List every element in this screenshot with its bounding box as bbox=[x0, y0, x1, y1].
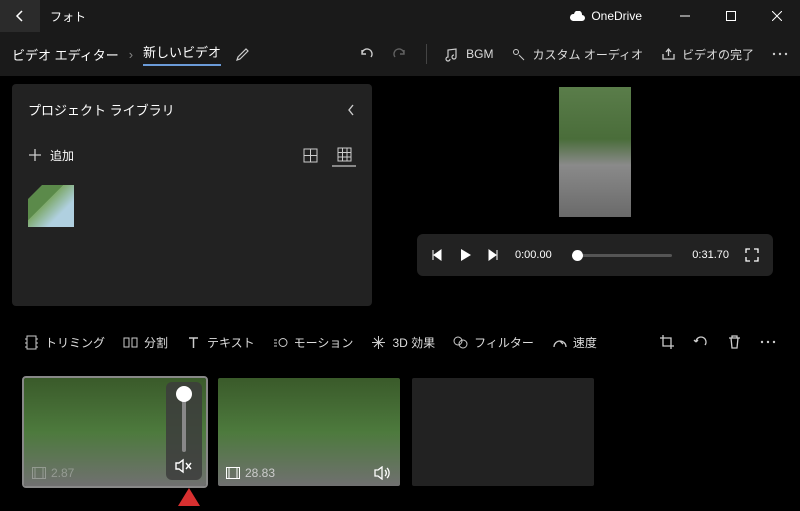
split-icon bbox=[123, 335, 138, 350]
add-media-button[interactable]: 追加 bbox=[28, 147, 74, 164]
annotation-pointer bbox=[178, 488, 200, 506]
player-controls: 0:00.00 0:31.70 bbox=[417, 234, 773, 276]
trash-icon bbox=[727, 334, 742, 350]
audio-icon bbox=[511, 47, 526, 62]
project-library-panel: プロジェクト ライブラリ 追加 bbox=[12, 84, 372, 306]
maximize-button[interactable] bbox=[708, 0, 754, 32]
more-button[interactable] bbox=[772, 52, 788, 56]
finish-video-button[interactable]: ビデオの完了 bbox=[661, 46, 754, 63]
text-icon bbox=[186, 335, 201, 350]
main-toolbar: ビデオ エディター › 新しいビデオ BGM カスタム オーディオ ビデオの完了 bbox=[0, 32, 800, 76]
clip-duration: 28.83 bbox=[245, 466, 275, 480]
speed-icon bbox=[552, 335, 567, 350]
breadcrumb: ビデオ エディター › 新しいビデオ bbox=[12, 42, 221, 66]
back-button[interactable] bbox=[0, 0, 40, 32]
library-title: プロジェクト ライブラリ bbox=[28, 100, 175, 119]
close-button[interactable] bbox=[754, 0, 800, 32]
edit-title-button[interactable] bbox=[235, 46, 251, 62]
rotate-icon bbox=[693, 334, 709, 350]
library-thumbnail[interactable] bbox=[28, 185, 74, 227]
storyboard: 2.87 28.83 bbox=[0, 362, 800, 486]
current-time: 0:00.00 bbox=[515, 249, 552, 261]
fullscreen-button[interactable] bbox=[745, 248, 759, 262]
clip-more-button[interactable] bbox=[760, 340, 776, 344]
sparkle-icon bbox=[371, 335, 386, 350]
title-bar: フォト OneDrive bbox=[0, 0, 800, 32]
onedrive-button[interactable]: OneDrive bbox=[569, 9, 642, 23]
minimize-button[interactable] bbox=[662, 0, 708, 32]
speed-button[interactable]: 速度 bbox=[552, 334, 597, 351]
export-icon bbox=[661, 47, 676, 62]
chevron-right-icon: › bbox=[129, 47, 133, 62]
storyboard-empty-slot[interactable] bbox=[412, 378, 594, 486]
filter-icon bbox=[453, 335, 468, 350]
next-frame-button[interactable] bbox=[487, 249, 499, 261]
custom-audio-button[interactable]: カスタム オーディオ bbox=[511, 46, 643, 63]
clip-icon bbox=[32, 467, 46, 479]
collapse-library-button[interactable] bbox=[346, 103, 356, 117]
undo-button[interactable] bbox=[358, 46, 374, 62]
seek-slider[interactable] bbox=[572, 254, 673, 257]
3d-effect-button[interactable]: 3D 効果 bbox=[371, 334, 435, 351]
clip-duration: 2.87 bbox=[51, 466, 74, 480]
split-button[interactable]: 分割 bbox=[123, 334, 168, 351]
crop-button[interactable] bbox=[659, 334, 675, 350]
delete-button[interactable] bbox=[727, 334, 742, 350]
filter-button[interactable]: フィルター bbox=[453, 334, 534, 351]
plus-icon bbox=[28, 148, 42, 162]
clip-toolbar: トリミング 分割 テキスト モーション 3D 効果 フィルター 速度 bbox=[0, 322, 800, 362]
volume-icon bbox=[374, 466, 392, 480]
bgm-button[interactable]: BGM bbox=[445, 47, 493, 62]
prev-frame-button[interactable] bbox=[431, 249, 443, 261]
cloud-icon bbox=[569, 11, 585, 22]
rotate-button[interactable] bbox=[693, 334, 709, 350]
app-title: フォト bbox=[50, 8, 86, 25]
storyboard-clip[interactable]: 28.83 bbox=[218, 378, 400, 486]
clip-volume-button[interactable] bbox=[374, 466, 392, 480]
view-large-button[interactable] bbox=[298, 143, 322, 167]
play-button[interactable] bbox=[459, 248, 471, 262]
trim-button[interactable]: トリミング bbox=[24, 334, 105, 351]
breadcrumb-root[interactable]: ビデオ エディター bbox=[12, 45, 119, 64]
motion-button[interactable]: モーション bbox=[273, 334, 354, 351]
storyboard-clip[interactable]: 2.87 bbox=[24, 378, 206, 486]
clip-icon bbox=[226, 467, 240, 479]
motion-icon bbox=[273, 335, 288, 350]
preview-panel: 0:00.00 0:31.70 bbox=[402, 84, 788, 306]
trim-icon bbox=[24, 335, 39, 350]
view-small-button[interactable] bbox=[332, 143, 356, 167]
breadcrumb-current[interactable]: 新しいビデオ bbox=[143, 42, 221, 66]
video-preview[interactable] bbox=[475, 86, 715, 218]
text-button[interactable]: テキスト bbox=[186, 334, 255, 351]
redo-button[interactable] bbox=[392, 46, 408, 62]
total-time: 0:31.70 bbox=[692, 249, 729, 261]
volume-slider[interactable] bbox=[182, 390, 186, 452]
crop-icon bbox=[659, 334, 675, 350]
music-icon bbox=[445, 47, 460, 62]
